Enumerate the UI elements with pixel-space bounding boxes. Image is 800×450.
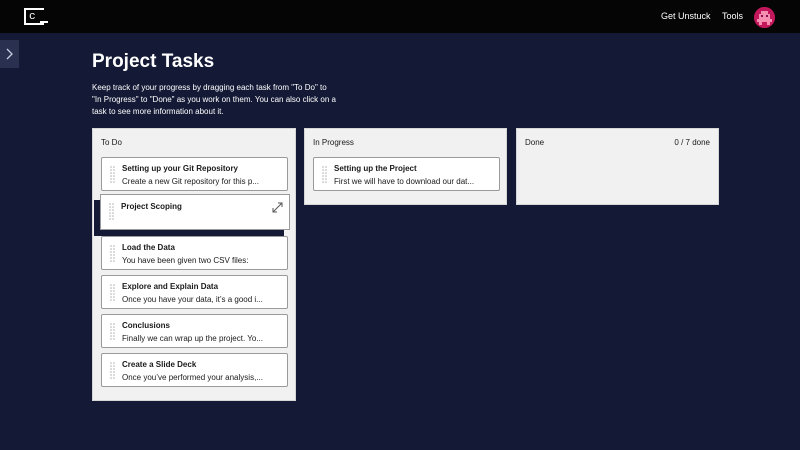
drag-handle-icon[interactable] bbox=[110, 323, 115, 341]
task-title: Load the Data bbox=[122, 243, 175, 252]
task-title: Setting up the Project bbox=[334, 164, 417, 173]
user-avatar[interactable] bbox=[754, 7, 775, 28]
drag-handle-icon[interactable] bbox=[110, 284, 115, 302]
task-card[interactable]: Setting up your Git Repository Create a … bbox=[101, 157, 288, 191]
task-card[interactable]: Explore and Explain Data Once you have y… bbox=[101, 275, 288, 309]
top-navigation-bar: c Get Unstuck Tools bbox=[0, 0, 800, 33]
done-column: Done 0 / 7 done bbox=[516, 128, 719, 205]
task-description: Create a new Git repository for this p..… bbox=[122, 177, 259, 186]
in-progress-column-title: In Progress bbox=[313, 138, 354, 147]
task-description: Once you have your data, it’s a good i..… bbox=[122, 295, 263, 304]
task-description: Once you’ve performed your analysis,... bbox=[122, 373, 263, 382]
drag-handle-icon[interactable] bbox=[110, 245, 115, 263]
task-description: Finally we can wrap up the project. Yo..… bbox=[122, 334, 263, 343]
expand-icon[interactable] bbox=[272, 200, 283, 213]
done-count: 0 / 7 done bbox=[674, 138, 710, 147]
task-title: Setting up your Git Repository bbox=[122, 164, 239, 173]
page-title: Project Tasks bbox=[92, 51, 215, 72]
task-title: Create a Slide Deck bbox=[122, 360, 197, 369]
codecademy-logo[interactable]: c bbox=[24, 8, 48, 25]
task-description: First we will have to download our dat..… bbox=[334, 177, 475, 186]
task-card[interactable]: Conclusions Finally we can wrap up the p… bbox=[101, 314, 288, 348]
task-title: Project Scoping bbox=[121, 202, 182, 211]
task-card[interactable]: Setting up the Project First we will hav… bbox=[313, 157, 500, 191]
task-title: Conclusions bbox=[122, 321, 171, 330]
task-card-dragging[interactable]: Project Scoping bbox=[100, 194, 290, 230]
todo-column: To Do Setting up your Git Repository Cre… bbox=[92, 128, 296, 401]
logo-letter: c bbox=[29, 11, 36, 23]
drag-handle-icon[interactable] bbox=[110, 362, 115, 380]
page-intro: Keep track of your progress by dragging … bbox=[92, 83, 336, 116]
drag-handle-icon[interactable] bbox=[322, 166, 327, 184]
task-description: You have been given two CSV files: bbox=[122, 256, 249, 265]
tools-link[interactable]: Tools bbox=[722, 11, 743, 21]
get-unstuck-link[interactable]: Get Unstuck bbox=[661, 11, 711, 21]
todo-column-title: To Do bbox=[101, 138, 122, 147]
drag-handle-icon[interactable] bbox=[109, 203, 114, 221]
chevron-right-icon bbox=[6, 48, 13, 60]
sidebar-toggle-button[interactable] bbox=[0, 40, 19, 68]
done-column-title: Done bbox=[525, 138, 545, 147]
task-card[interactable]: Load the Data You have been given two CS… bbox=[101, 236, 288, 270]
task-title: Explore and Explain Data bbox=[122, 282, 219, 291]
drag-handle-icon[interactable] bbox=[110, 166, 115, 184]
in-progress-column: In Progress Setting up the Project First… bbox=[304, 128, 507, 205]
avatar-pixel-icon bbox=[754, 7, 775, 28]
task-card[interactable]: Create a Slide Deck Once you’ve performe… bbox=[101, 353, 288, 387]
